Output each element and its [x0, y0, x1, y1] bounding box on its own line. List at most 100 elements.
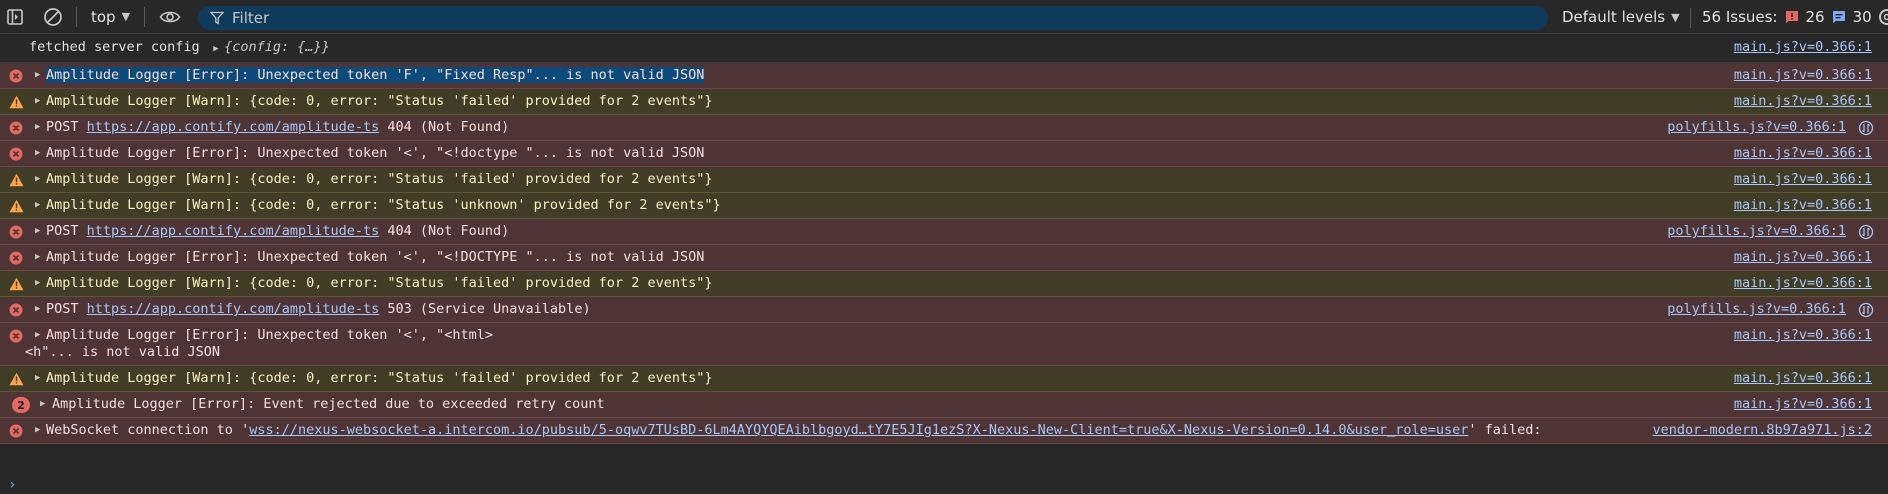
expand-triangle-icon[interactable]: ▶ [35, 197, 40, 214]
message-text: Amplitude Logger [Error]: Unexpected tok… [0, 327, 1888, 361]
console-message-row[interactable]: fetched server config ▶ {config: {…}} mai… [0, 35, 1888, 63]
expand-triangle-icon[interactable]: ▶ [35, 422, 40, 439]
message-label: Amplitude Logger [Warn]: {code: 0, error… [46, 197, 721, 213]
expand-triangle-icon[interactable]: ▶ [208, 44, 224, 54]
message-text: POST https://app.contify.com/amplitude-t… [0, 119, 1888, 136]
source-link[interactable]: polyfills.js?v=0.366:1 [1667, 301, 1846, 318]
message-text: Amplitude Logger [Warn]: {code: 0, error… [0, 275, 1888, 292]
message-text: Amplitude Logger [Warn]: {code: 0, error… [0, 197, 1888, 214]
expand-triangle-icon[interactable]: ▶ [35, 370, 40, 387]
network-request-icon[interactable] [1858, 120, 1874, 136]
message-label: Amplitude Logger [Error]: Unexpected tok… [46, 249, 705, 265]
console-prompt-chevron-icon[interactable]: › [8, 477, 16, 493]
message-text: POST https://app.contify.com/amplitude-t… [0, 223, 1888, 240]
repeat-count-badge: 2 [12, 397, 30, 413]
request-url-link[interactable]: https://app.contify.com/amplitude-ts [87, 119, 380, 135]
message-label: Amplitude Logger [Warn]: {code: 0, error… [46, 275, 713, 291]
expand-triangle-icon[interactable]: ▶ [35, 249, 40, 266]
source-link[interactable]: main.js?v=0.366:1 [1734, 145, 1872, 162]
source-link[interactable]: main.js?v=0.366:1 [1734, 39, 1872, 56]
source-link[interactable]: main.js?v=0.366:1 [1734, 396, 1872, 413]
message-prefix: POST [46, 301, 87, 317]
toolbar-divider [144, 6, 146, 27]
message-prefix: POST [46, 223, 87, 239]
source-link[interactable]: main.js?v=0.366:1 [1734, 327, 1872, 344]
console-message-row[interactable]: ▶ Amplitude Logger [Warn]: {code: 0, erro… [0, 366, 1888, 392]
message-label: Amplitude Logger [Warn]: {code: 0, error… [46, 171, 713, 187]
console-message-row[interactable]: ▶ Amplitude Logger [Warn]: {code: 0, erro… [0, 193, 1888, 219]
network-request-icon[interactable] [1858, 224, 1874, 240]
request-url-link[interactable]: https://app.contify.com/amplitude-ts [87, 301, 380, 317]
object-preview[interactable]: {config: {…}} [224, 39, 330, 55]
console-message-row[interactable]: ▶ Amplitude Logger [Warn]: {code: 0, erro… [0, 271, 1888, 297]
context-selector[interactable]: top ▼ [83, 8, 138, 26]
source-link[interactable]: main.js?v=0.366:1 [1734, 93, 1872, 110]
chevron-down-icon: ▼ [121, 10, 131, 23]
console-log: fetched server config ▶ {config: {…}} mai… [0, 35, 1888, 444]
expand-triangle-icon[interactable]: ▶ [35, 93, 40, 110]
live-expression-eye-icon[interactable] [159, 6, 181, 28]
settings-gear-icon[interactable] [1876, 6, 1888, 32]
message-suffix: 404 (Not Found) [379, 119, 510, 135]
expand-triangle-icon[interactable]: ▶ [35, 171, 40, 188]
message-suffix: 404 (Not Found) [379, 223, 510, 239]
toolbar-divider [76, 6, 77, 27]
expand-triangle-icon[interactable]: ▶ [35, 145, 40, 162]
console-message-row[interactable]: ▶ POST https://app.contify.com/amplitude-… [0, 219, 1888, 245]
source-link[interactable]: main.js?v=0.366:1 [1734, 249, 1872, 266]
source-link[interactable]: polyfills.js?v=0.366:1 [1667, 119, 1846, 136]
warning-icon [9, 173, 24, 187]
issues-error-count: 26 [1805, 8, 1825, 26]
toggle-sidebar-icon[interactable] [4, 6, 26, 28]
message-prefix: POST [46, 119, 87, 135]
expand-triangle-icon[interactable]: ▶ [35, 67, 40, 84]
levels-label: Default levels [1562, 8, 1666, 26]
request-url-link[interactable]: https://app.contify.com/amplitude-ts [87, 223, 380, 239]
console-message-row[interactable]: ▶ POST https://app.contify.com/amplitude-… [0, 297, 1888, 323]
expand-triangle-icon[interactable]: ▶ [35, 301, 40, 318]
expand-triangle-icon[interactable]: ▶ [35, 223, 40, 240]
console-message-row[interactable]: ▶ WebSocket connection to 'wss://nexus-we… [0, 418, 1888, 444]
console-message-row[interactable]: 2 ▶ Amplitude Logger [Error]: Event reject… [0, 392, 1888, 418]
expand-triangle-icon[interactable]: ▶ [35, 119, 40, 136]
console-message-row[interactable]: ▶ Amplitude Logger [Error]: Unexpected to… [0, 63, 1888, 89]
console-message-row[interactable]: ▶ Amplitude Logger [Error]: Unexpected to… [0, 141, 1888, 167]
error-icon [9, 121, 23, 135]
issues-message-count: 30 [1852, 8, 1872, 26]
message-text: Amplitude Logger [Warn]: {code: 0, error… [0, 370, 1888, 387]
message-text: Amplitude Logger [Error]: Unexpected tok… [0, 145, 1888, 162]
request-url-link[interactable]: wss://nexus-websocket-a.intercom.io/pubs… [249, 422, 1468, 438]
error-icon [9, 225, 23, 239]
issues-label: 56 Issues: [1702, 8, 1778, 26]
source-link[interactable]: main.js?v=0.366:1 [1734, 275, 1872, 292]
filter-input[interactable]: Filter [198, 6, 1548, 30]
expand-triangle-icon[interactable]: ▶ [35, 275, 40, 292]
console-message-row[interactable]: ▶ Amplitude Logger [Error]: Unexpected to… [0, 323, 1888, 366]
error-flag-icon [1784, 10, 1800, 24]
console-message-row[interactable]: ▶ POST https://app.contify.com/amplitude-… [0, 115, 1888, 141]
clear-console-icon[interactable] [42, 6, 64, 28]
context-label: top [91, 7, 116, 26]
log-levels-dropdown[interactable]: Default levels ▼ [1562, 0, 1680, 34]
error-icon [9, 147, 23, 161]
console-message-row[interactable]: ▶ Amplitude Logger [Warn]: {code: 0, erro… [0, 89, 1888, 115]
message-label: Amplitude Logger [Error]: Event rejected… [52, 396, 605, 412]
message-label: Amplitude Logger [Error]: Unexpected tok… [46, 327, 494, 343]
console-message-row[interactable]: ▶ Amplitude Logger [Warn]: {code: 0, erro… [0, 167, 1888, 193]
expand-triangle-icon[interactable]: ▶ [35, 327, 40, 344]
message-text: Amplitude Logger [Error]: Unexpected tok… [0, 67, 1888, 84]
expand-triangle-icon[interactable]: ▶ [40, 396, 45, 413]
console-message-row[interactable]: ▶ Amplitude Logger [Error]: Unexpected to… [0, 245, 1888, 271]
source-link[interactable]: main.js?v=0.366:1 [1734, 370, 1872, 387]
source-link[interactable]: main.js?v=0.366:1 [1734, 171, 1872, 188]
warning-icon [9, 199, 24, 213]
network-request-icon[interactable] [1858, 302, 1874, 318]
issues-counter[interactable]: 56 Issues: 26 30 [1702, 0, 1872, 34]
source-link[interactable]: polyfills.js?v=0.366:1 [1667, 223, 1846, 240]
message-label: Amplitude Logger [Warn]: {code: 0, error… [46, 93, 713, 109]
source-link[interactable]: vendor-modern.8b97a971.js:2 [1653, 422, 1872, 439]
source-link[interactable]: main.js?v=0.366:1 [1734, 67, 1872, 84]
warning-icon [9, 277, 24, 291]
source-link[interactable]: main.js?v=0.366:1 [1734, 197, 1872, 214]
message-label: fetched server config [29, 39, 208, 55]
